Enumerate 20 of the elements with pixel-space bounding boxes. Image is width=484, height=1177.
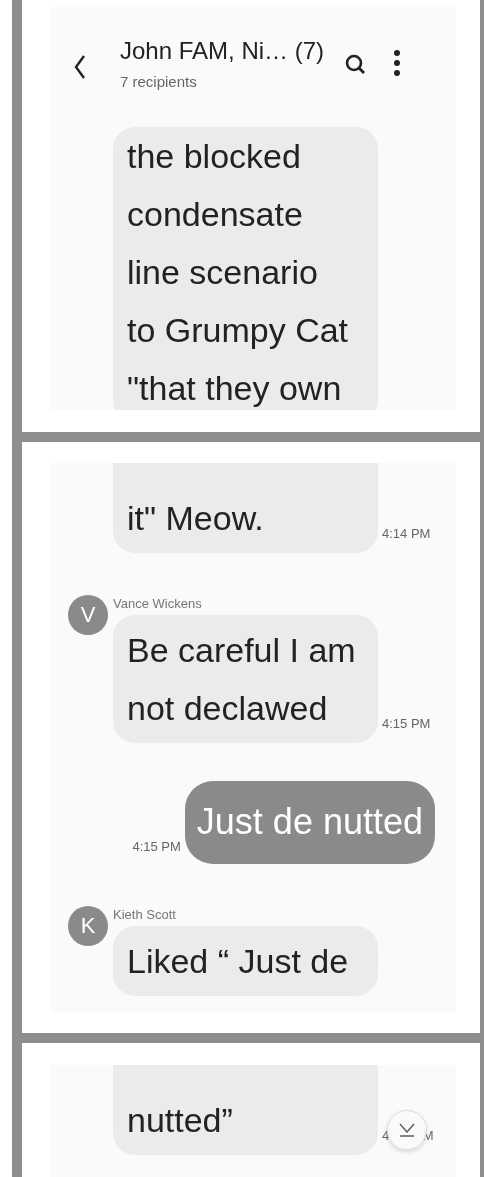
message-bubble: the blocked condensate line scenario to Grumpy Cat "that they own (113, 127, 378, 410)
back-icon[interactable] (72, 53, 88, 81)
timestamp: 4:15 PM (132, 839, 181, 854)
sender-name: Kieth Scott (113, 906, 177, 924)
message-bubble: Liked “ Just de (113, 926, 378, 996)
sender-name: Vance Wickens (113, 595, 203, 613)
avatar[interactable]: K (68, 906, 108, 946)
message-bubble: nutted” (113, 1065, 378, 1155)
timestamp: M (422, 1128, 434, 1143)
search-icon[interactable] (344, 53, 366, 75)
menu-icon[interactable] (393, 49, 401, 77)
avatar[interactable]: V (68, 595, 108, 635)
message-bubble: Just de nutted (184, 781, 435, 864)
message-bubble: it" Meow. (113, 463, 378, 553)
timestamp: 4:15 PM (382, 716, 431, 731)
timestamp: 4:14 PM (382, 526, 431, 541)
recipients-count: 7 recipients (120, 73, 198, 90)
conversation-title: John FAM, Ni… (7) (120, 37, 326, 65)
timestamp: 4: (382, 1128, 393, 1143)
message-bubble: Be careful I am not declawed (113, 615, 378, 743)
